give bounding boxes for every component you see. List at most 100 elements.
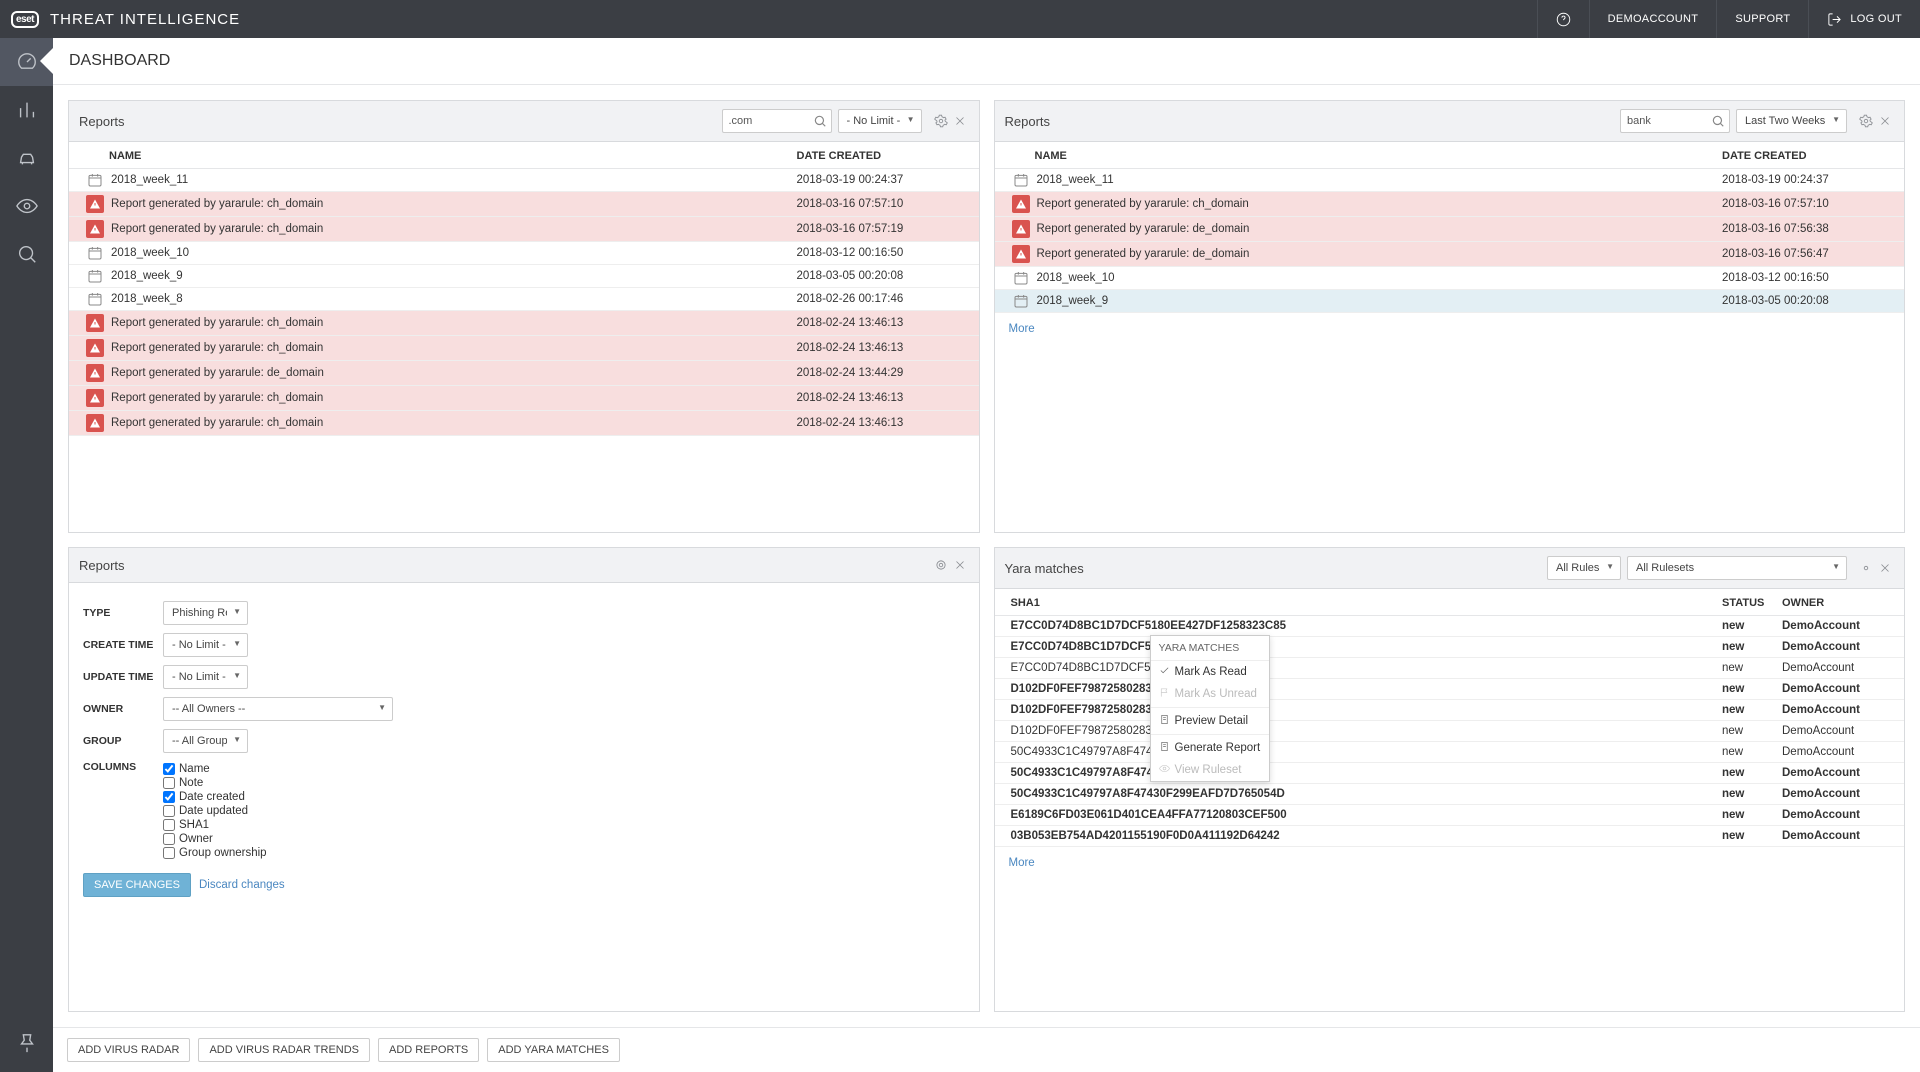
owner-label: OWNER xyxy=(83,703,163,715)
nav-stats[interactable] xyxy=(0,86,53,134)
table-row[interactable]: 2018_week_112018-03-19 00:24:37 xyxy=(995,169,1905,192)
owner-select[interactable]: -- All Owners -- xyxy=(163,697,393,721)
help-button[interactable] xyxy=(1537,0,1589,38)
checkbox[interactable] xyxy=(163,805,175,817)
search-box xyxy=(1620,109,1730,133)
column-checkbox[interactable]: Name xyxy=(163,763,267,775)
col-status: STATUS xyxy=(1722,597,1782,609)
table-row[interactable]: Report generated by yararule: ch_domain2… xyxy=(69,411,979,436)
nav-cars[interactable] xyxy=(0,134,53,182)
nav-search[interactable] xyxy=(0,230,53,278)
checkbox[interactable] xyxy=(163,819,175,831)
context-menu-item[interactable]: Preview Detail xyxy=(1151,710,1269,732)
table-header: NAME DATE CREATED xyxy=(69,142,979,169)
yara-row[interactable]: E7CC0D74D8BC1D7DCF5180DnewDemoAccount xyxy=(995,658,1905,679)
panel-title: Yara matches xyxy=(1005,561,1084,576)
support-button[interactable]: SUPPORT xyxy=(1716,0,1808,38)
table-row[interactable]: Report generated by yararule: de_domain2… xyxy=(995,217,1905,242)
checkbox[interactable] xyxy=(163,777,175,789)
more-link[interactable]: More xyxy=(995,847,1905,879)
column-checkbox[interactable]: Owner xyxy=(163,833,267,845)
rules-select[interactable]: All Rules xyxy=(1547,556,1621,580)
table-row[interactable]: 2018_week_102018-03-12 00:16:50 xyxy=(995,267,1905,290)
add-reports-button[interactable]: ADD REPORTS xyxy=(378,1038,479,1062)
doc-icon xyxy=(1159,714,1170,728)
nav-view[interactable] xyxy=(0,182,53,230)
panel-title: Reports xyxy=(79,558,125,573)
table-row[interactable]: 2018_week_92018-03-05 00:20:08 xyxy=(69,265,979,288)
row-name: Report generated by yararule: de_domain xyxy=(109,367,797,379)
add-virus-radar-trends-button[interactable]: ADD VIRUS RADAR TRENDS xyxy=(198,1038,370,1062)
calendar-icon xyxy=(81,172,109,188)
yara-row[interactable]: 50C4933C1C49797A8F47430FnewDemoAccount xyxy=(995,742,1905,763)
limit-select[interactable]: Last Two Weeks xyxy=(1736,109,1847,133)
logout-button[interactable]: LOG OUT xyxy=(1808,0,1920,38)
settings-button[interactable] xyxy=(1857,112,1875,130)
checkbox[interactable] xyxy=(163,833,175,845)
table-row[interactable]: Report generated by yararule: ch_domain2… xyxy=(995,192,1905,217)
save-changes-button[interactable]: SAVE CHANGES xyxy=(83,873,191,897)
close-button[interactable] xyxy=(951,556,969,574)
add-yara-matches-button[interactable]: ADD YARA MATCHES xyxy=(487,1038,620,1062)
yara-row[interactable]: 03B053EB754AD4201155190F0D0A411192D64242… xyxy=(995,826,1905,847)
col-name: NAME xyxy=(109,150,797,162)
column-checkbox[interactable]: Date updated xyxy=(163,805,267,817)
checkbox[interactable] xyxy=(163,763,175,775)
group-select[interactable]: -- All Groups -- xyxy=(163,729,248,753)
owner-cell: DemoAccount xyxy=(1782,788,1892,800)
column-checkbox[interactable]: SHA1 xyxy=(163,819,267,831)
top-bar: eset THREAT INTELLIGENCE DEMOACCOUNT SUP… xyxy=(0,0,1920,38)
close-button[interactable] xyxy=(1876,559,1894,577)
close-button[interactable] xyxy=(951,112,969,130)
update-time-select[interactable]: - No Limit - xyxy=(163,665,248,689)
context-menu-item[interactable]: Mark As Read xyxy=(1151,661,1269,683)
col-name: NAME xyxy=(1035,150,1723,162)
brand-logo-text: eset xyxy=(11,11,39,28)
calendar-icon xyxy=(1007,270,1035,286)
yara-row[interactable]: E7CC0D74D8BC1D7DCF5180newDemoAccount xyxy=(995,637,1905,658)
table-row[interactable]: Report generated by yararule: ch_domain2… xyxy=(69,192,979,217)
column-checkbox[interactable]: Date created xyxy=(163,791,267,803)
yara-row[interactable]: E6189C6FD03E061D401CEA4FFA77120803CEF500… xyxy=(995,805,1905,826)
limit-select[interactable]: - No Limit - xyxy=(838,109,922,133)
nav-pin[interactable] xyxy=(0,1024,53,1072)
checkbox[interactable] xyxy=(163,791,175,803)
create-time-label: CREATE TIME xyxy=(83,639,163,651)
table-row[interactable]: Report generated by yararule: ch_domain2… xyxy=(69,336,979,361)
rulesets-select[interactable]: All Rulesets xyxy=(1627,556,1847,580)
column-checkbox[interactable]: Group ownership xyxy=(163,847,267,859)
add-virus-radar-button[interactable]: ADD VIRUS RADAR xyxy=(67,1038,190,1062)
table-row[interactable]: 2018_week_112018-03-19 00:24:37 xyxy=(69,169,979,192)
update-time-label: UPDATE TIME xyxy=(83,671,163,683)
context-menu-item[interactable]: Generate Report xyxy=(1151,737,1269,759)
table-row[interactable]: Report generated by yararule: de_domain2… xyxy=(995,242,1905,267)
checkbox[interactable] xyxy=(163,847,175,859)
menu-item-label: Mark As Read xyxy=(1175,666,1247,678)
type-select[interactable]: Phishing Reports xyxy=(163,601,248,625)
yara-row[interactable]: D102DF0FEF7987258028379newDemoAccount xyxy=(995,721,1905,742)
table-row[interactable]: Report generated by yararule: ch_domain2… xyxy=(69,217,979,242)
yara-row[interactable]: E7CC0D74D8BC1D7DCF5180EE427DF1258323C85n… xyxy=(995,616,1905,637)
table-row[interactable]: 2018_week_82018-02-26 00:17:46 xyxy=(69,288,979,311)
table-row[interactable]: Report generated by yararule: ch_domain2… xyxy=(69,386,979,411)
warning-icon xyxy=(81,339,109,357)
create-time-select[interactable]: - No Limit - xyxy=(163,633,248,657)
close-button[interactable] xyxy=(1876,112,1894,130)
table-row[interactable]: Report generated by yararule: de_domain2… xyxy=(69,361,979,386)
settings-button[interactable] xyxy=(932,112,950,130)
table-row[interactable]: Report generated by yararule: ch_domain2… xyxy=(69,311,979,336)
owner-cell: DemoAccount xyxy=(1782,830,1892,842)
yara-row[interactable]: D102DF0FEF7987258028379newDemoAccount xyxy=(995,700,1905,721)
table-row[interactable]: 2018_week_102018-03-12 00:16:50 xyxy=(69,242,979,265)
group-label: GROUP xyxy=(83,735,163,747)
settings-button[interactable] xyxy=(1857,559,1875,577)
settings-button[interactable] xyxy=(932,556,950,574)
yara-row[interactable]: D102DF0FEF798725802837newDemoAccount xyxy=(995,679,1905,700)
table-row[interactable]: 2018_week_92018-03-05 00:20:08 xyxy=(995,290,1905,313)
yara-row[interactable]: 50C4933C1C49797A8F47430newDemoAccount xyxy=(995,763,1905,784)
yara-row[interactable]: 50C4933C1C49797A8F47430F299EAFD7D765054D… xyxy=(995,784,1905,805)
column-checkbox[interactable]: Note xyxy=(163,777,267,789)
more-link[interactable]: More xyxy=(995,313,1905,345)
discard-changes-link[interactable]: Discard changes xyxy=(199,879,285,891)
account-button[interactable]: DEMOACCOUNT xyxy=(1589,0,1717,38)
